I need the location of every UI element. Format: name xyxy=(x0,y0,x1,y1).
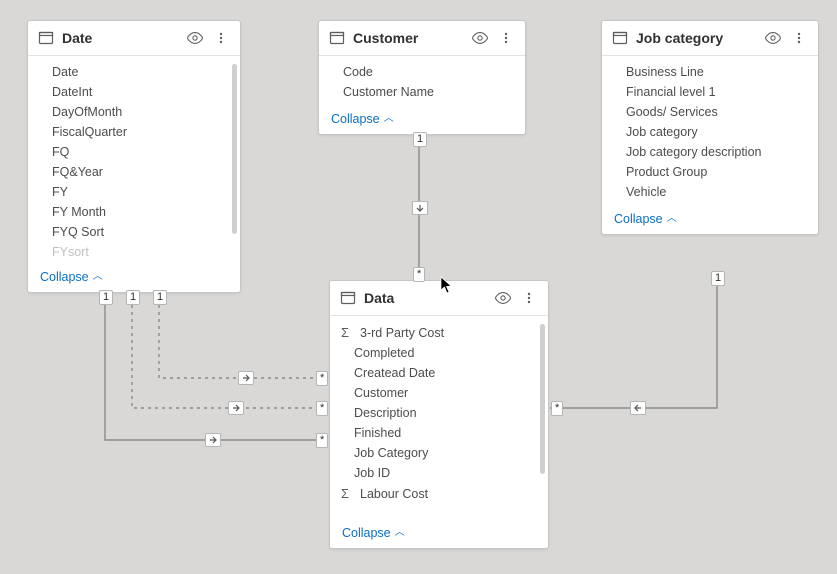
chevron-up-icon: ︿ xyxy=(395,528,405,538)
field-item[interactable]: FY xyxy=(36,182,236,202)
collapse-toggle[interactable]: Collapse ︿ xyxy=(319,106,525,134)
field-item[interactable]: Σ Labour Cost xyxy=(338,483,544,504)
field-item[interactable]: Job category xyxy=(610,122,814,142)
field-item[interactable]: Description xyxy=(338,403,544,423)
model-canvas[interactable]: Date Date DateInt DayOfMonth FiscalQuart… xyxy=(0,0,837,574)
collapse-label: Collapse xyxy=(40,270,89,284)
filter-direction-icon xyxy=(205,433,221,447)
table-job-category[interactable]: Job category Business Line Financial lev… xyxy=(601,20,819,235)
table-icon xyxy=(612,30,628,46)
field-item[interactable]: Product Group xyxy=(610,162,814,182)
field-item[interactable]: Job category description xyxy=(610,142,814,162)
table-header[interactable]: Data xyxy=(330,281,548,316)
visibility-icon[interactable] xyxy=(471,29,489,47)
field-item[interactable]: Date xyxy=(36,62,236,82)
more-options-icon[interactable] xyxy=(497,29,515,47)
field-item[interactable]: Customer xyxy=(338,383,544,403)
collapse-label: Collapse xyxy=(342,526,391,540)
filter-direction-icon xyxy=(630,401,646,415)
sigma-icon: Σ xyxy=(338,325,352,340)
field-item[interactable]: Business Line xyxy=(610,62,814,82)
chevron-up-icon: ︿ xyxy=(667,214,677,224)
cardinality-one: 1 xyxy=(153,290,167,305)
collapse-label: Collapse xyxy=(614,212,663,226)
table-date[interactable]: Date Date DateInt DayOfMonth FiscalQuart… xyxy=(27,20,241,293)
field-item[interactable]: FYQ Sort xyxy=(36,222,236,242)
cardinality-many: * xyxy=(316,401,328,416)
cardinality-many: * xyxy=(316,433,328,448)
visibility-icon[interactable] xyxy=(764,29,782,47)
chevron-up-icon: ︿ xyxy=(93,272,103,282)
field-item[interactable]: FQ&Year xyxy=(36,162,236,182)
table-customer[interactable]: Customer Code Customer Name Collapse ︿ xyxy=(318,20,526,135)
table-icon xyxy=(329,30,345,46)
table-title: Customer xyxy=(353,30,463,46)
more-options-icon[interactable] xyxy=(212,29,230,47)
table-icon xyxy=(38,30,54,46)
table-header[interactable]: Date xyxy=(28,21,240,56)
field-item[interactable]: Job Category xyxy=(338,443,544,463)
filter-direction-icon xyxy=(228,401,244,415)
cardinality-one: 1 xyxy=(711,271,725,286)
table-title: Data xyxy=(364,290,486,306)
field-item[interactable]: Finished xyxy=(338,423,544,443)
field-item[interactable]: DateInt xyxy=(36,82,236,102)
table-icon xyxy=(340,290,356,306)
table-title: Job category xyxy=(636,30,756,46)
visibility-icon[interactable] xyxy=(186,29,204,47)
field-label: Labour Cost xyxy=(360,487,428,501)
field-item[interactable]: FYsort xyxy=(36,242,236,262)
field-list: Date DateInt DayOfMonth FiscalQuarter FQ… xyxy=(28,56,240,264)
sigma-icon: Σ xyxy=(338,486,352,501)
table-header[interactable]: Customer xyxy=(319,21,525,56)
cardinality-one: 1 xyxy=(99,290,113,305)
field-item[interactable]: Σ 3-rd Party Cost xyxy=(338,322,544,343)
field-item[interactable]: FY Month xyxy=(36,202,236,222)
collapse-toggle[interactable]: Collapse ︿ xyxy=(28,264,240,292)
collapse-toggle[interactable]: Collapse ︿ xyxy=(602,206,818,234)
field-list: Code Customer Name xyxy=(319,56,525,106)
cardinality-many: * xyxy=(413,267,425,282)
field-item[interactable]: Vehicle xyxy=(610,182,814,202)
collapse-toggle[interactable]: Collapse ︿ xyxy=(330,520,548,548)
field-item[interactable]: Customer Name xyxy=(327,82,521,102)
chevron-up-icon: ︿ xyxy=(384,114,394,124)
filter-direction-icon xyxy=(412,201,428,215)
cardinality-many: * xyxy=(551,401,563,416)
filter-direction-icon xyxy=(238,371,254,385)
field-item[interactable]: Completed xyxy=(338,343,544,363)
field-item[interactable]: Job ID xyxy=(338,463,544,483)
cardinality-many: * xyxy=(316,371,328,386)
field-item[interactable]: Createad Date xyxy=(338,363,544,383)
field-list: Σ 3-rd Party Cost Completed Createad Date… xyxy=(330,316,548,520)
field-item[interactable]: FiscalQuarter xyxy=(36,122,236,142)
scrollbar[interactable] xyxy=(232,64,237,234)
collapse-label: Collapse xyxy=(331,112,380,126)
field-item[interactable]: Code xyxy=(327,62,521,82)
table-header[interactable]: Job category xyxy=(602,21,818,56)
field-item[interactable]: FQ xyxy=(36,142,236,162)
scrollbar[interactable] xyxy=(540,324,545,474)
field-item[interactable]: DayOfMonth xyxy=(36,102,236,122)
field-list: Business Line Financial level 1 Goods/ S… xyxy=(602,56,818,206)
more-options-icon[interactable] xyxy=(520,289,538,307)
field-label: 3-rd Party Cost xyxy=(360,326,444,340)
table-data[interactable]: Data Σ 3-rd Party Cost Completed Createad… xyxy=(329,280,549,549)
visibility-icon[interactable] xyxy=(494,289,512,307)
table-title: Date xyxy=(62,30,178,46)
cardinality-one: 1 xyxy=(413,132,427,147)
field-item[interactable]: Goods/ Services xyxy=(610,102,814,122)
cardinality-one: 1 xyxy=(126,290,140,305)
more-options-icon[interactable] xyxy=(790,29,808,47)
field-item[interactable]: Financial level 1 xyxy=(610,82,814,102)
